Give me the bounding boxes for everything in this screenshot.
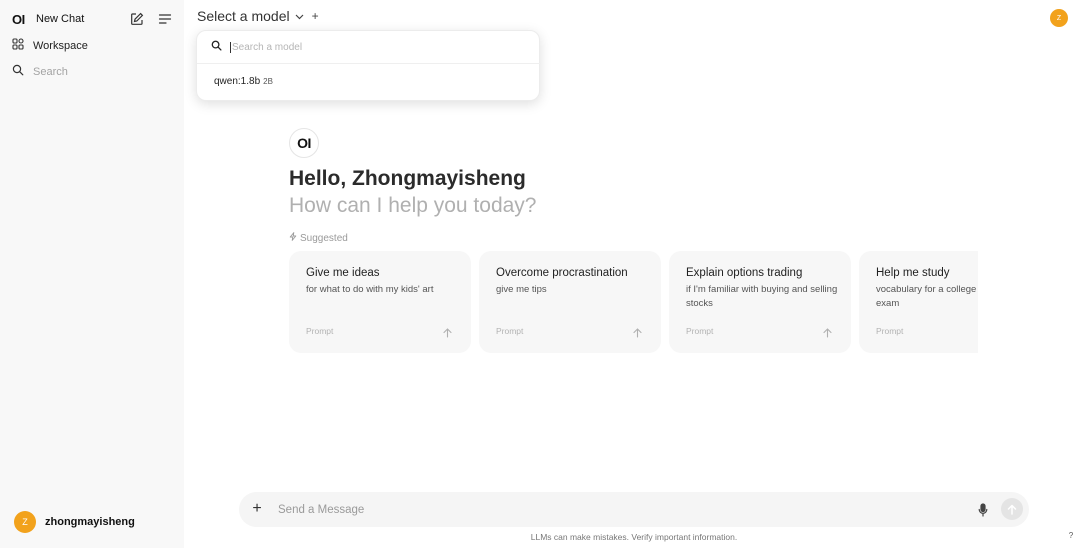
add-attachment-button[interactable]: +	[249, 500, 265, 517]
new-chat-label[interactable]: New Chat	[36, 13, 84, 25]
suggestion-title: Overcome procrastination	[496, 267, 628, 279]
suggestion-subtitle: vocabulary for a college entrance exam	[876, 284, 978, 309]
arrow-up-icon	[633, 325, 642, 343]
sidebar: OI New Chat Workspace Search Z zhongmayi…	[0, 0, 184, 548]
suggestion-tag: Prompt	[686, 326, 714, 336]
sidebar-item-label: Workspace	[33, 40, 88, 52]
workspace-icon	[12, 37, 24, 55]
greeting-subtitle: How can I help you today?	[289, 194, 537, 217]
suggestion-subtitle: if I'm familiar with buying and selling …	[686, 284, 838, 309]
message-composer: +	[239, 492, 1029, 527]
divider	[197, 63, 541, 64]
chevron-down-icon	[295, 7, 304, 25]
suggestion-subtitle: for what to do with my kids' art	[306, 284, 434, 295]
suggestion-title: Explain options trading	[686, 267, 803, 279]
suggestion-title: Help me study	[876, 267, 950, 279]
app-root: OI New Chat Workspace Search Z zhongmayi…	[0, 0, 1080, 548]
model-selector[interactable]: Select a model +	[197, 6, 319, 26]
new-chat-row[interactable]: OI New Chat	[12, 10, 174, 28]
username: zhongmayisheng	[45, 516, 135, 528]
search-icon	[211, 38, 222, 56]
sidebar-item-workspace[interactable]: Workspace	[12, 38, 88, 54]
user-menu[interactable]: Z zhongmayisheng	[14, 511, 135, 533]
model-option-size: 2B	[263, 77, 273, 86]
app-logo: OI	[12, 11, 25, 27]
search-icon	[12, 63, 24, 81]
arrow-up-icon	[443, 325, 452, 343]
suggestion-card[interactable]: Overcome procrastination give me tips Pr…	[479, 251, 661, 353]
disclaimer-text: LLMs can make mistakes. Verify important…	[530, 532, 738, 542]
suggested-header: Suggested	[289, 232, 348, 244]
help-button[interactable]: ?	[1066, 531, 1076, 541]
suggestion-tag: Prompt	[306, 326, 334, 336]
suggestion-subtitle: give me tips	[496, 284, 547, 295]
suggestion-tag: Prompt	[876, 326, 904, 336]
bolt-icon	[289, 232, 297, 244]
suggestion-title: Give me ideas	[306, 267, 380, 279]
user-avatar-button[interactable]: Z	[1050, 9, 1068, 27]
send-button[interactable]	[1001, 498, 1023, 520]
suggestion-card[interactable]: Help me study vocabulary for a college e…	[859, 251, 978, 353]
suggestion-card[interactable]: Explain options trading if I'm familiar …	[669, 251, 851, 353]
greeting: Hello, Zhongmayisheng	[289, 167, 526, 190]
model-select-label: Select a model	[197, 8, 290, 24]
suggested-label: Suggested	[300, 232, 348, 244]
avatar: Z	[14, 511, 36, 533]
message-input[interactable]	[278, 501, 958, 518]
compose-icon[interactable]	[128, 10, 146, 28]
add-model-button[interactable]: +	[312, 9, 319, 23]
model-search	[211, 40, 531, 54]
model-option-name: qwen:1.8b	[214, 76, 261, 87]
model-dropdown: qwen:1.8b 2B	[196, 30, 541, 101]
sidebar-menu-icon[interactable]	[156, 10, 174, 28]
suggestion-cards: Give me ideas for what to do with my kid…	[289, 251, 978, 354]
hero-logo: OI	[289, 128, 319, 158]
sidebar-search[interactable]: Search	[12, 64, 68, 80]
sidebar-search-label: Search	[33, 66, 68, 78]
model-search-input[interactable]	[230, 41, 510, 53]
model-option-qwen[interactable]: qwen:1.8b 2B	[214, 76, 273, 87]
suggestion-tag: Prompt	[496, 326, 524, 336]
microphone-icon[interactable]	[976, 501, 990, 518]
arrow-up-icon	[823, 325, 832, 343]
suggestion-card[interactable]: Give me ideas for what to do with my kid…	[289, 251, 471, 353]
